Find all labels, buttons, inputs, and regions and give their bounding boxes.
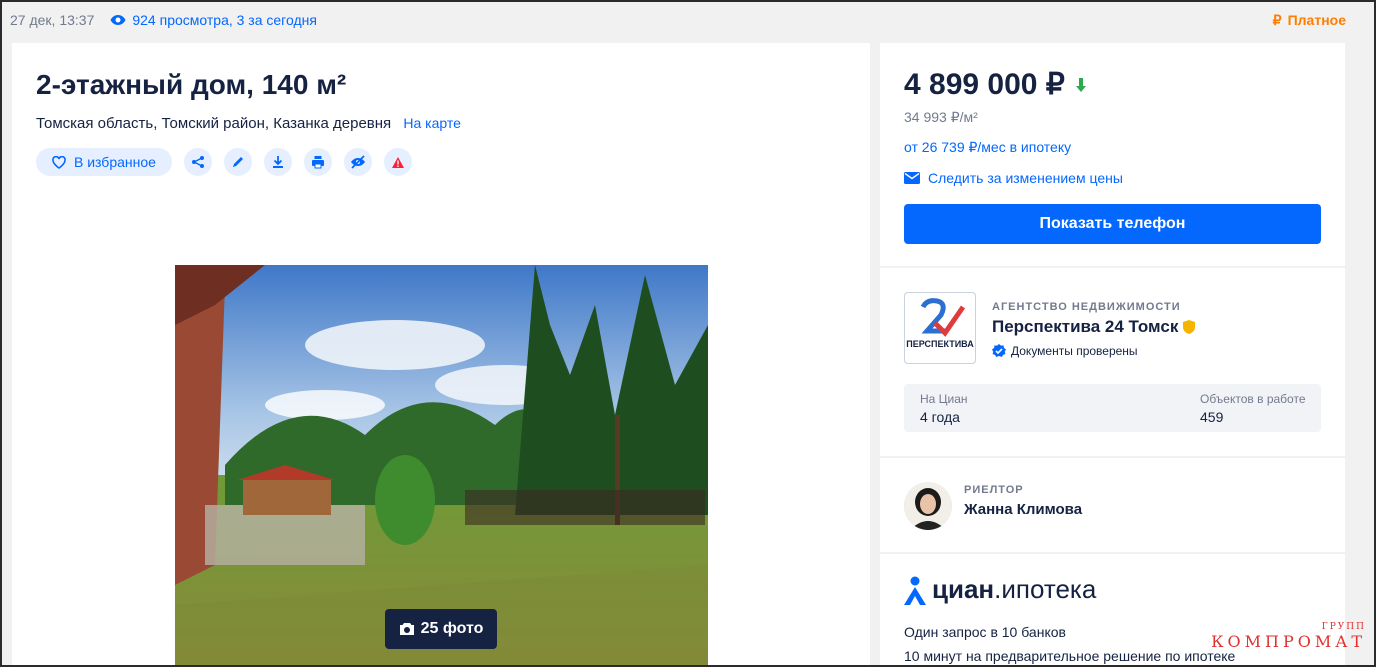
- favorite-button[interactable]: В избранное: [36, 148, 172, 176]
- download-button[interactable]: [263, 148, 292, 176]
- hide-button[interactable]: [343, 148, 372, 176]
- agency-name-text: Перспектива 24 Томск: [992, 317, 1179, 336]
- report-button[interactable]: [383, 148, 412, 176]
- price-down-arrow-icon: [1075, 77, 1086, 92]
- publish-date: 27 дек, 13:37: [10, 12, 95, 28]
- realtor-card: РИЕЛТОР Жанна Климова: [880, 458, 1345, 552]
- stat-years-value: 4 года: [920, 409, 960, 425]
- ipoteka-line-1: Один запрос в 10 банков: [904, 624, 1066, 640]
- ipoteka-line-2: 10 минут на предварительное решение по и…: [904, 648, 1236, 664]
- price: 4 899 000 ₽: [904, 67, 1087, 102]
- favorite-label: В избранное: [74, 154, 156, 170]
- photo-count-button[interactable]: 25 фото: [385, 609, 497, 649]
- realtor-avatar[interactable]: [904, 482, 952, 530]
- agency-logo[interactable]: ПЕРСПЕКТИВА: [904, 292, 976, 364]
- eye-icon: [110, 15, 126, 25]
- views-text: 924 просмотра, 3 за сегодня: [132, 12, 317, 28]
- documents-verified-text: Документы проверены: [1011, 344, 1138, 358]
- print-button[interactable]: [303, 148, 332, 176]
- agency-logo-text: ПЕРСПЕКТИВА: [906, 339, 974, 349]
- realtor-name[interactable]: Жанна Климова: [964, 501, 1082, 518]
- watermark: ГРУПП КОМПРОМАТ: [1211, 622, 1366, 651]
- photo-count-label: 25 фото: [420, 620, 484, 637]
- paid-label: Платное: [1287, 12, 1346, 28]
- edit-button[interactable]: [223, 148, 252, 176]
- house-yard-photo: [175, 265, 708, 667]
- price-value: 4 899 000 ₽: [904, 68, 1065, 101]
- agency-card: ПЕРСПЕКТИВА АГЕНТСТВО НЕДВИЖИМОСТИ Персп…: [880, 268, 1345, 456]
- listing-title: 2-этажный дом, 140 м²: [36, 69, 347, 100]
- cian-ipoteka-logo[interactable]: циан.ипотека: [904, 574, 1096, 605]
- agency-logo-graphic: [920, 298, 966, 337]
- listing-main-card: 2-этажный дом, 140 м² Томская область, Т…: [12, 43, 870, 667]
- stat-objects-value: 459: [1200, 409, 1224, 425]
- agency-name[interactable]: Перспектива 24 Томск: [992, 317, 1196, 337]
- envelope-icon: [904, 172, 920, 184]
- ruble-icon: ₽: [1272, 11, 1282, 28]
- views-counter: 924 просмотра, 3 за сегодня: [110, 12, 317, 28]
- stat-years-label: На Циан: [920, 392, 968, 406]
- stat-objects-label: Объектов в работе: [1200, 392, 1306, 406]
- show-phone-button[interactable]: Показать телефон: [904, 204, 1321, 244]
- shield-badge-icon: [1183, 320, 1196, 334]
- paid-badge: ₽ Платное: [1273, 12, 1346, 29]
- download-icon: [272, 156, 283, 168]
- watermark-main: КОМПРОМАТ: [1211, 632, 1366, 651]
- logo-rest-text: .ипотека: [994, 574, 1097, 604]
- listing-meta-bar: 27 дек, 13:37 924 просмотра, 3 за сегодн…: [10, 10, 1346, 30]
- listing-address: Томская область, Томский район, Казанка …: [36, 115, 461, 132]
- map-link[interactable]: На карте: [403, 115, 461, 131]
- price-card: 4 899 000 ₽ 34 993 ₽/м² от 26 739 ₽/мес …: [880, 43, 1345, 266]
- realtor-photo: [904, 482, 952, 530]
- price-watch-label: Следить за изменением цены: [928, 170, 1123, 186]
- price-per-m2: 34 993 ₽/м²: [904, 109, 978, 125]
- main-photo[interactable]: 25 фото: [175, 265, 708, 667]
- heart-icon: [52, 155, 66, 169]
- eye-off-icon: [350, 155, 365, 169]
- mortgage-link[interactable]: от 26 739 ₽/мес в ипотеку: [904, 139, 1071, 156]
- documents-verified: Документы проверены: [992, 344, 1138, 358]
- listing-actions: В избранное: [36, 148, 412, 176]
- logo-bold-text: циан: [932, 574, 995, 604]
- agency-kind-label: АГЕНТСТВО НЕДВИЖИМОСТИ: [992, 301, 1181, 313]
- cian-pin-icon: [904, 576, 926, 605]
- price-watch-link[interactable]: Следить за изменением цены: [904, 170, 1123, 186]
- share-icon: [191, 156, 204, 168]
- agency-stats: На Циан 4 года Объектов в работе 459: [904, 384, 1321, 432]
- share-button[interactable]: [183, 148, 212, 176]
- address-text: Томская область, Томский район, Казанка …: [36, 115, 392, 132]
- printer-icon: [311, 156, 324, 169]
- pencil-icon: [232, 157, 243, 167]
- warning-icon: [391, 156, 404, 168]
- camera-icon: [399, 623, 414, 635]
- verified-check-icon: [992, 344, 1006, 357]
- realtor-kind-label: РИЕЛТОР: [964, 484, 1024, 496]
- watermark-top: ГРУПП: [1321, 622, 1366, 632]
